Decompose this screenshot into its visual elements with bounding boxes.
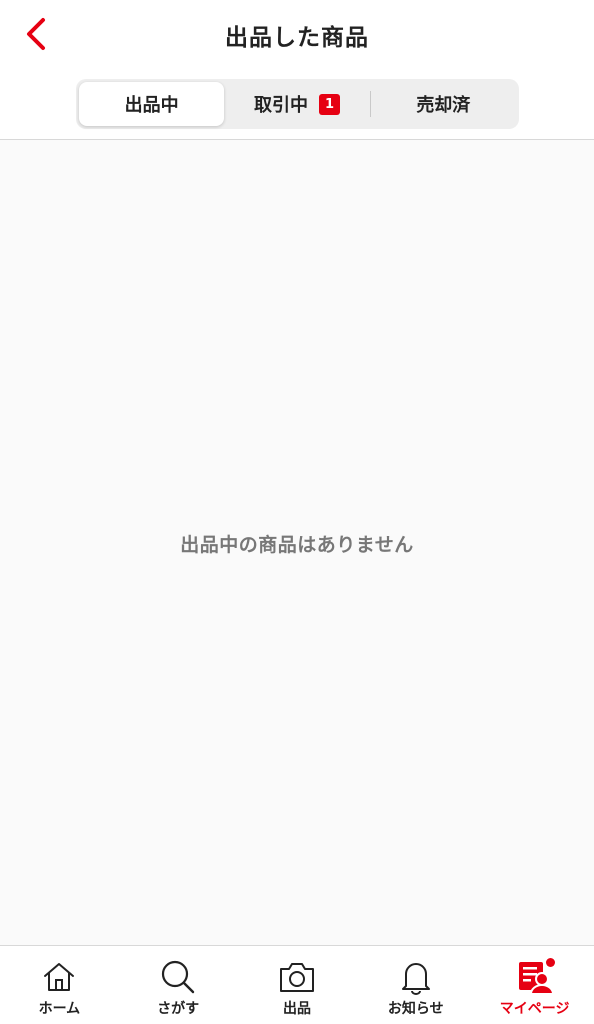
notification-dot — [546, 958, 556, 967]
nav-item-home[interactable]: ホーム — [0, 946, 119, 1024]
header: 出品した商品 — [0, 0, 594, 72]
camera-icon — [278, 958, 316, 996]
content-area: 出品中の商品はありません — [0, 140, 594, 945]
nav-item-search[interactable]: さがす — [119, 946, 238, 1024]
tab-listing[interactable]: 出品中 — [79, 82, 225, 126]
home-icon — [40, 958, 78, 996]
nav-label: お知らせ — [387, 1001, 444, 1017]
empty-state-message: 出品中の商品はありません — [180, 534, 414, 556]
nav-item-notifications[interactable]: お知らせ — [356, 946, 475, 1024]
bottom-nav: ホーム さがす 出品 お知らせ マイページ — [0, 945, 594, 1024]
tab-sold[interactable]: 売却済 — [371, 82, 516, 126]
count-badge: 1 — [318, 93, 340, 115]
page-title: 出品した商品 — [225, 25, 369, 51]
bell-icon — [397, 958, 435, 996]
nav-item-sell[interactable]: 出品 — [238, 946, 357, 1024]
nav-item-mypage[interactable]: マイページ — [475, 946, 594, 1024]
tab-trading[interactable]: 取引中 1 — [224, 82, 369, 126]
app-root: 出品した商品 出品中 取引中 1 売却済 出品中の商品はありません ホーム さが… — [0, 0, 594, 1024]
nav-label: さがす — [157, 1001, 200, 1017]
search-icon — [159, 958, 197, 996]
nav-label: 出品 — [282, 1001, 311, 1017]
tab-label: 売却済 — [416, 95, 471, 116]
nav-label: マイページ — [499, 1001, 570, 1017]
nav-label: ホーム — [38, 1001, 81, 1017]
tab-label: 取引中 — [253, 95, 308, 116]
segmented-tabs: 出品中 取引中 1 売却済 — [76, 79, 519, 129]
tab-label: 出品中 — [124, 95, 179, 116]
